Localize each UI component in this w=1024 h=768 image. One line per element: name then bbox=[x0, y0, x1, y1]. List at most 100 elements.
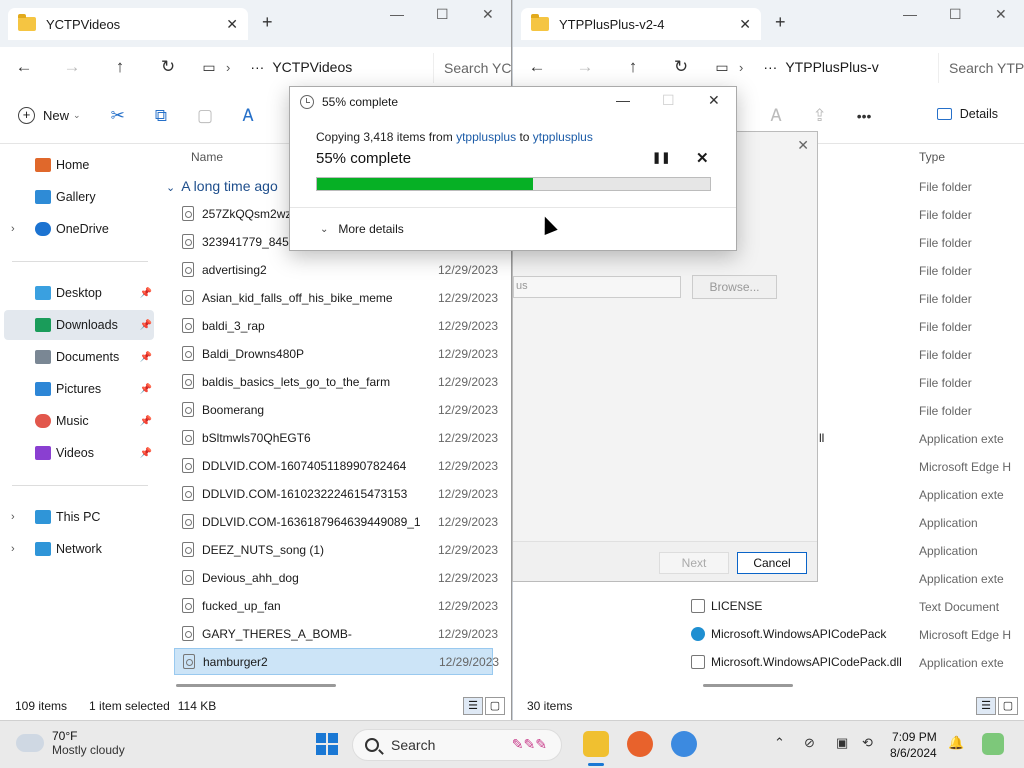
close-tab-icon[interactable]: ✕ bbox=[226, 16, 238, 33]
file-row[interactable]: Boomerang 12/29/2023 bbox=[174, 396, 498, 423]
details-pane-button[interactable]: Details bbox=[936, 107, 998, 121]
column-header-type[interactable]: Type bbox=[919, 150, 945, 164]
close-button[interactable]: ✕ bbox=[708, 92, 720, 109]
chevron-right-icon[interactable]: › bbox=[11, 511, 15, 523]
chevron-right-icon[interactable]: › bbox=[11, 543, 15, 555]
sync-icon[interactable]: ⟲ bbox=[862, 735, 873, 751]
minimize-button[interactable]: — bbox=[390, 6, 404, 22]
file-row[interactable]: advertising2 12/29/2023 bbox=[174, 256, 498, 283]
details-view-icon[interactable]: ☰ bbox=[463, 697, 483, 715]
forward-button[interactable]: → bbox=[48, 57, 96, 77]
breadcrumb[interactable]: YTPPlusPlus-v bbox=[785, 59, 878, 75]
maximize-button[interactable]: ☐ bbox=[436, 6, 449, 23]
file-row[interactable]: Devious_ahh_dog 12/29/2023 bbox=[174, 564, 498, 591]
sidebar-item-desktop[interactable]: Desktop 📌 bbox=[4, 278, 154, 308]
more-options-icon[interactable]: ••• bbox=[857, 108, 872, 124]
pc-icon[interactable]: ▭ bbox=[192, 59, 226, 76]
back-button[interactable]: ← bbox=[513, 57, 561, 77]
breadcrumb[interactable]: YCTPVideos bbox=[272, 59, 352, 75]
sidebar-item-music[interactable]: Music 📌 bbox=[4, 406, 154, 436]
cancel-button[interactable]: Cancel bbox=[737, 552, 807, 574]
file-row[interactable]: hamburger2 12/29/2023 bbox=[174, 648, 499, 675]
sidebar-item-onedrive[interactable]: › OneDrive bbox=[4, 214, 154, 244]
sidebar-item-gallery[interactable]: Gallery bbox=[4, 182, 154, 212]
cancel-copy-icon[interactable]: ✕ bbox=[696, 149, 709, 167]
back-button[interactable]: ← bbox=[0, 57, 48, 77]
rename-icon[interactable]: Ꭺ bbox=[243, 106, 254, 126]
chrome-icon[interactable] bbox=[671, 731, 697, 757]
maximize-button[interactable]: ☐ bbox=[949, 6, 962, 23]
refresh-button[interactable]: ↻ bbox=[144, 57, 192, 77]
search-input[interactable]: Search YTPPlusPlus-v2-4 bbox=[938, 53, 1024, 83]
up-button[interactable]: ↑ bbox=[96, 57, 144, 77]
taskbar-search[interactable]: Search ✎✎✎ bbox=[352, 729, 562, 761]
show-hidden-icons[interactable]: ⌃ bbox=[774, 735, 785, 751]
file-row-codepack-dll[interactable]: Microsoft.WindowsAPICodePack.dll bbox=[691, 655, 902, 669]
up-button[interactable]: ↑ bbox=[609, 57, 657, 77]
column-header-name[interactable]: Name bbox=[191, 150, 223, 164]
file-row[interactable]: DDLVID.COM-1610232224615473153 12/29/2023 bbox=[174, 480, 498, 507]
file-row[interactable]: baldis_basics_lets_go_to_the_farm 12/29/2… bbox=[174, 368, 498, 395]
new-button[interactable]: + New ⌄ bbox=[18, 107, 81, 124]
file-row-license[interactable]: LICENSE bbox=[691, 599, 762, 613]
file-row[interactable]: DDLVID.COM-1636187964639449089_1 12/29/20… bbox=[174, 508, 498, 535]
sidebar-item-home[interactable]: Home bbox=[4, 150, 154, 180]
pc-icon[interactable]: ▭ bbox=[705, 59, 739, 76]
sidebar-item-documents[interactable]: Documents 📌 bbox=[4, 342, 154, 372]
source-link[interactable]: ytpplusplus bbox=[456, 130, 516, 144]
weather-widget[interactable]: 70°F Mostly cloudy bbox=[14, 729, 125, 757]
minimize-button[interactable]: — bbox=[903, 6, 917, 22]
file-row-codepack[interactable]: Microsoft.WindowsAPICodePack bbox=[691, 627, 886, 641]
browse-button[interactable]: Browse... bbox=[692, 275, 777, 299]
refresh-button[interactable]: ↻ bbox=[657, 57, 705, 77]
copilot-icon[interactable] bbox=[982, 733, 1004, 755]
file-row[interactable]: DDLVID.COM-1607405118990782464 12/29/2023 bbox=[174, 452, 498, 479]
new-tab-button[interactable]: + bbox=[775, 12, 786, 33]
file-row[interactable]: baldi_3_rap 12/29/2023 bbox=[174, 312, 498, 339]
close-icon[interactable]: ✕ bbox=[797, 137, 809, 154]
tab-ytpplusplus[interactable]: YTPPlusPlus-v2-4 ✕ bbox=[521, 8, 761, 40]
close-window-button[interactable]: ✕ bbox=[995, 6, 1007, 23]
tiles-view-icon[interactable]: ▢ bbox=[998, 697, 1018, 715]
file-explorer-icon[interactable] bbox=[583, 731, 609, 757]
file-row[interactable]: Baldi_Drowns480P 12/29/2023 bbox=[174, 340, 498, 367]
pause-icon[interactable]: ❚❚ bbox=[652, 151, 670, 164]
horizontal-scrollbar[interactable] bbox=[703, 684, 793, 687]
tab-yctpvideos[interactable]: YCTPVideos ✕ bbox=[8, 8, 248, 40]
destination-link[interactable]: ytpplusplus bbox=[533, 130, 593, 144]
system-clock[interactable]: 7:09 PM 8/6/2024 bbox=[890, 729, 937, 761]
file-row[interactable]: Asian_kid_falls_off_his_bike_meme 12/29/2… bbox=[174, 284, 498, 311]
firefox-icon[interactable] bbox=[627, 731, 653, 757]
rename-icon[interactable]: Ꭺ bbox=[771, 106, 782, 126]
forward-button[interactable]: → bbox=[561, 57, 609, 77]
file-row[interactable]: GARY_THERES_A_BOMB- 12/29/2023 bbox=[174, 620, 498, 647]
notification-bell-icon[interactable]: 🔔 bbox=[948, 735, 964, 751]
sidebar-item-pictures[interactable]: Pictures 📌 bbox=[4, 374, 154, 404]
chevron-right-icon[interactable]: › bbox=[11, 223, 15, 235]
sidebar-item-downloads[interactable]: Downloads 📌 bbox=[4, 310, 154, 340]
copy-icon[interactable]: ⧉ bbox=[155, 106, 167, 126]
tiles-view-icon[interactable]: ▢ bbox=[485, 697, 505, 715]
share-icon[interactable]: ⇪ bbox=[812, 106, 826, 126]
close-window-button[interactable]: ✕ bbox=[482, 6, 494, 23]
more-path-icon[interactable]: ··· bbox=[763, 59, 777, 75]
more-details-toggle[interactable]: ⌄ More details bbox=[320, 222, 404, 236]
file-row[interactable]: fucked_up_fan 12/29/2023 bbox=[174, 592, 498, 619]
minimize-button[interactable]: — bbox=[616, 92, 630, 108]
details-view-icon[interactable]: ☰ bbox=[976, 697, 996, 715]
file-row[interactable]: DEEZ_NUTS_song (1) 12/29/2023 bbox=[174, 536, 498, 563]
search-input[interactable]: Search YCTPVideos bbox=[433, 53, 511, 83]
next-button[interactable]: Next bbox=[659, 552, 729, 574]
sidebar-item-videos[interactable]: Videos 📌 bbox=[4, 438, 154, 468]
more-path-icon[interactable]: ··· bbox=[250, 59, 264, 75]
maximize-button[interactable]: ☐ bbox=[662, 92, 675, 109]
sidebar-item-this-pc[interactable]: › This PC bbox=[4, 502, 154, 532]
network-off-icon[interactable]: ⊘ bbox=[804, 735, 815, 751]
file-row[interactable]: bSltmwls70QhEGT6 12/29/2023 bbox=[174, 424, 498, 451]
display-icon[interactable]: ▣ bbox=[836, 735, 848, 751]
horizontal-scrollbar[interactable] bbox=[176, 684, 336, 687]
path-input[interactable]: us bbox=[513, 276, 681, 298]
close-tab-icon[interactable]: ✕ bbox=[739, 16, 751, 33]
sidebar-item-network[interactable]: › Network bbox=[4, 534, 154, 564]
cut-icon[interactable]: ✂ bbox=[111, 106, 125, 126]
